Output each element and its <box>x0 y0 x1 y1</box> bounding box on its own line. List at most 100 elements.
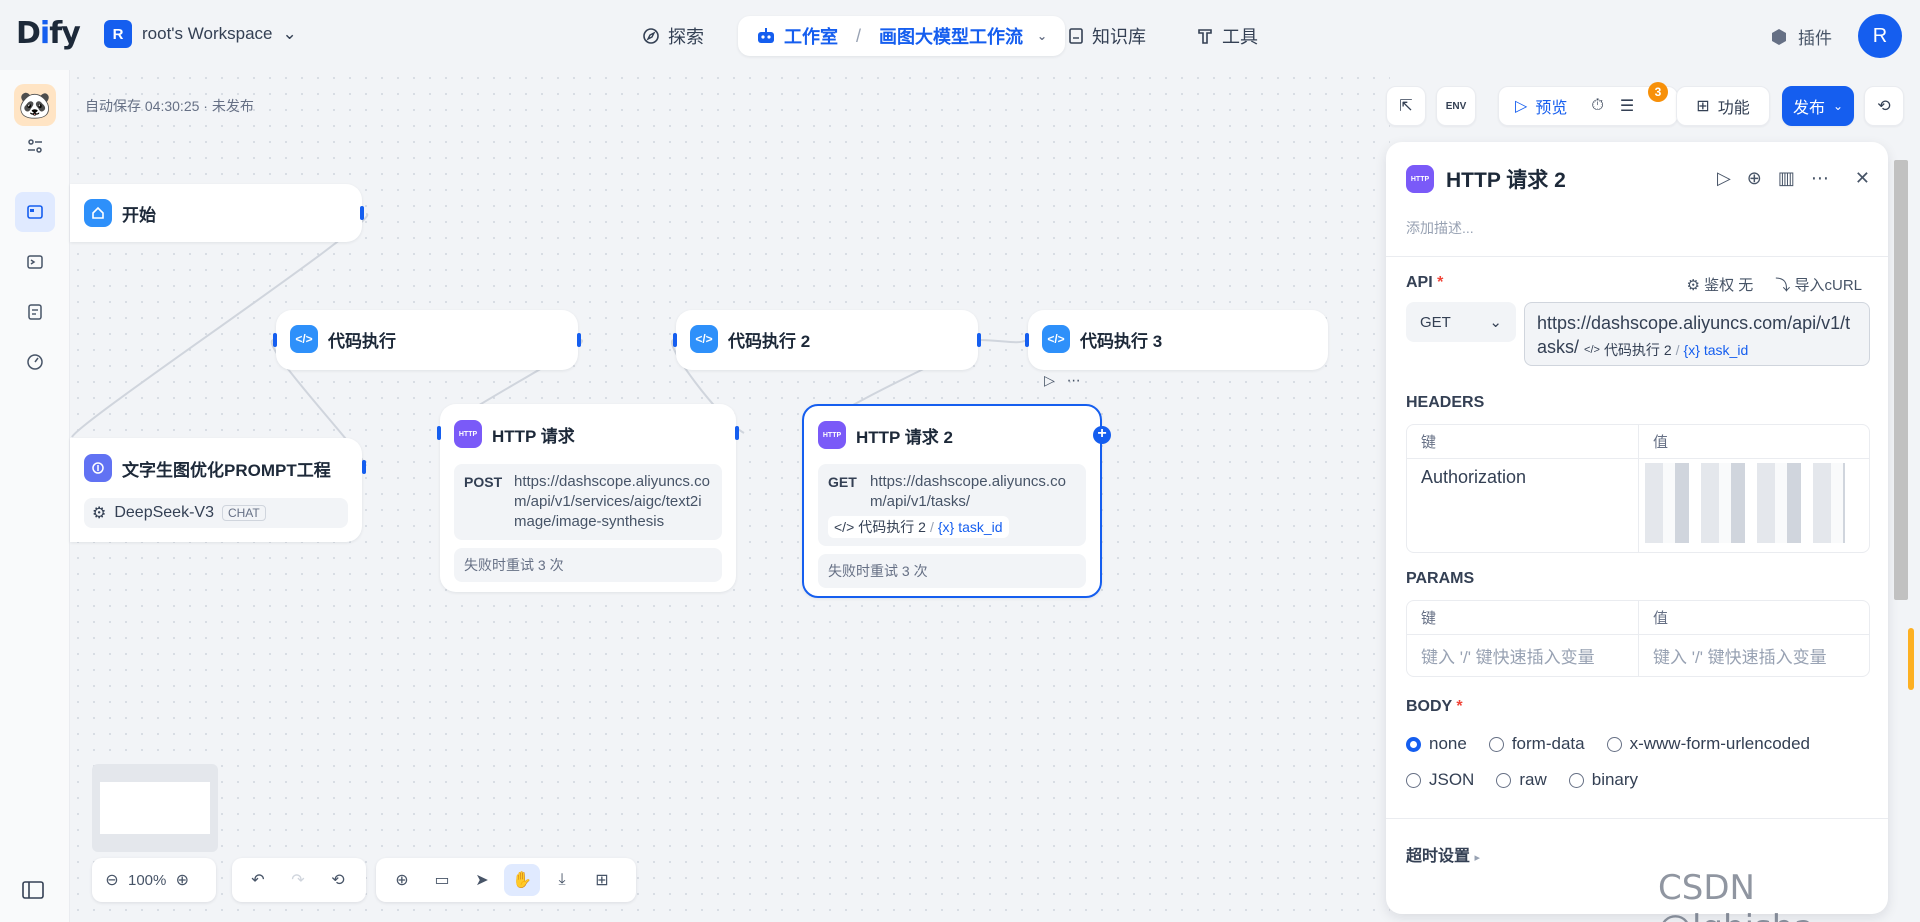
nav-studio[interactable]: 工作室 / 画图大模型工作流 ⌄ <box>738 16 1066 56</box>
output-port[interactable] <box>577 333 581 347</box>
run-node-icon[interactable]: ▷ <box>1044 372 1055 389</box>
workspace-switcher[interactable]: R root's Workspace ⌄ <box>104 20 297 48</box>
minimap-viewport[interactable] <box>100 782 210 834</box>
docs-book-icon[interactable]: ▥ <box>1778 168 1795 189</box>
more-icon[interactable]: ⋯ <box>1067 372 1081 389</box>
header-key-input[interactable]: Authorization <box>1407 459 1638 552</box>
llm-node[interactable]: 文字生图优化PROMPT工程 ⚙ DeepSeek-V3 CHAT <box>70 438 366 542</box>
code-node-3[interactable]: </> 代码执行 3 <box>1025 310 1328 370</box>
radio-dot <box>1406 772 1421 788</box>
add-node-icon[interactable]: ⊕ <box>384 864 420 896</box>
headers-label: HEADERS <box>1406 394 1485 411</box>
output-port[interactable] <box>977 333 981 347</box>
top-navigation-bar: Dify R root's Workspace ⌄ 探索 工作室 / 画图大模型… <box>0 0 1920 70</box>
radio-dot <box>1568 772 1584 788</box>
env-variables-button[interactable]: ENV <box>1436 86 1476 126</box>
dify-logo[interactable]: Dify <box>16 16 81 51</box>
history-toolbar: ↶ ↷ ⟲ <box>232 858 366 902</box>
monitor-gauge-icon[interactable] <box>15 342 55 382</box>
publish-button[interactable]: 发布 ⌄ <box>1782 86 1854 126</box>
add-note-icon[interactable]: ▭ <box>424 864 460 896</box>
caret-right-icon: ▸ <box>1474 852 1480 864</box>
model-selector[interactable]: ⚙ DeepSeek-V3 CHAT <box>84 498 348 528</box>
code-icon: </> <box>834 519 855 535</box>
gear-icon: ⚙ <box>1686 277 1700 294</box>
organize-icon[interactable]: ⊞ <box>584 864 620 896</box>
more-icon[interactable]: ⋯ <box>1811 168 1829 189</box>
close-icon[interactable]: ✕ <box>1855 168 1870 189</box>
url-input[interactable]: https://dashscope.aliyuncs.com/api/v1/ta… <box>1524 302 1870 366</box>
add-next-node-icon[interactable]: + <box>1093 426 1111 444</box>
app-name[interactable]: 画图大模型工作流 <box>879 23 1023 49</box>
output-port[interactable] <box>735 426 739 440</box>
input-port[interactable] <box>437 426 441 440</box>
zoom-out-icon[interactable]: ⊖ <box>100 864 124 896</box>
sidebar-toggle-icon[interactable] <box>22 880 44 905</box>
variable-pill: </> 代码执行 2 / {x} task_id <box>828 516 1009 538</box>
radio-none[interactable]: none <box>1406 734 1467 754</box>
cube-icon <box>1772 28 1786 45</box>
nav-tools-label: 工具 <box>1222 27 1258 47</box>
param-key-input[interactable]: 键入 '/' 键快速插入变量 <box>1407 635 1638 676</box>
zoom-in-icon[interactable]: ⊕ <box>170 864 194 896</box>
input-port[interactable] <box>673 333 677 347</box>
input-port[interactable] <box>273 333 277 347</box>
radio-raw[interactable]: raw <box>1496 770 1547 790</box>
headers-table: 键 值 Authorization <box>1406 424 1870 553</box>
export-image-icon[interactable]: ⤓ <box>544 864 580 896</box>
var-separator: / <box>929 519 934 535</box>
version-history-icon[interactable]: ⟲ <box>1864 86 1904 126</box>
plugins-button[interactable]: 插件 <box>1770 24 1832 49</box>
radio-json[interactable]: JSON <box>1406 770 1474 790</box>
http-request-node-2[interactable]: HTTP HTTP 请求 2 GET https://dashscope.ali… <box>802 404 1102 598</box>
undo-icon[interactable]: ↶ <box>240 864 276 896</box>
output-port[interactable] <box>362 460 366 474</box>
output-port[interactable] <box>360 206 364 220</box>
compass-icon <box>643 28 659 44</box>
code-node-2[interactable]: </> 代码执行 2 <box>673 310 981 370</box>
terminal-icon[interactable] <box>15 242 55 282</box>
orchestrate-icon[interactable] <box>15 192 55 232</box>
radio-binary[interactable]: binary <box>1568 770 1638 790</box>
nav-explore[interactable]: 探索 <box>642 16 704 56</box>
chevron-down-icon[interactable]: ⌄ <box>1037 29 1047 43</box>
method-select[interactable]: GET ⌄ <box>1406 302 1516 342</box>
hand-icon[interactable]: ✋ <box>504 864 540 896</box>
request-summary: GET https://dashscope.aliyuncs.com/api/v… <box>818 464 1086 546</box>
nav-knowledge[interactable]: 知识库 <box>1068 16 1146 56</box>
workspace-avatar: R <box>104 20 132 48</box>
run-history-icon[interactable]: ⏱ <box>1591 97 1603 115</box>
exit-version-icon[interactable]: ⇱ <box>1386 86 1426 126</box>
run-step-icon[interactable]: ▷ <box>1717 168 1731 189</box>
param-value-input[interactable]: 键入 '/' 键快速插入变量 <box>1638 635 1869 676</box>
preview-button[interactable]: 预览 <box>1535 94 1567 118</box>
nav-tools[interactable]: 工具 <box>1196 16 1258 56</box>
checklist-icon[interactable]: ☰ <box>1620 96 1634 116</box>
logs-icon[interactable] <box>15 292 55 332</box>
auth-button[interactable]: ⚙ 鉴权 无 <box>1687 274 1754 295</box>
node-title: HTTP 请求 <box>492 426 575 446</box>
header-value-input[interactable] <box>1638 459 1869 552</box>
description-input[interactable]: 添加描述... <box>1406 218 1474 238</box>
features-button[interactable]: ⊞ 功能 <box>1676 86 1770 126</box>
crosshair-icon[interactable]: ⊕ <box>1747 168 1762 189</box>
panel-title-text[interactable]: HTTP 请求 2 <box>1446 164 1566 194</box>
retry-info: 失败时重试 3 次 <box>818 554 1086 588</box>
pointer-icon[interactable]: ➤ <box>464 864 500 896</box>
zoom-level[interactable]: 100% <box>128 872 166 889</box>
radio-form-data[interactable]: form-data <box>1488 734 1585 754</box>
start-node[interactable]: 开始 <box>70 184 364 242</box>
http-request-node-1[interactable]: HTTP HTTP 请求 POST https://dashscope.aliy… <box>437 404 739 592</box>
user-avatar[interactable]: R <box>1858 14 1902 58</box>
history-icon[interactable]: ⟲ <box>320 864 356 896</box>
app-icon[interactable]: 🐼 <box>14 84 56 126</box>
input-port[interactable] <box>1025 333 1029 347</box>
import-curl-button[interactable]: ⤵ 导入cURL <box>1775 274 1862 295</box>
redo-icon[interactable]: ↷ <box>280 864 316 896</box>
settings-sliders-icon[interactable] <box>15 126 55 166</box>
radio-x-www-form-urlencoded[interactable]: x-www-form-urlencoded <box>1606 734 1810 754</box>
panel-scrollbar[interactable] <box>1894 160 1908 600</box>
minimap[interactable] <box>92 764 218 852</box>
code-node-1[interactable]: </> 代码执行 <box>273 310 581 370</box>
timeout-settings[interactable]: 超时设置 ▸ <box>1406 842 1480 866</box>
